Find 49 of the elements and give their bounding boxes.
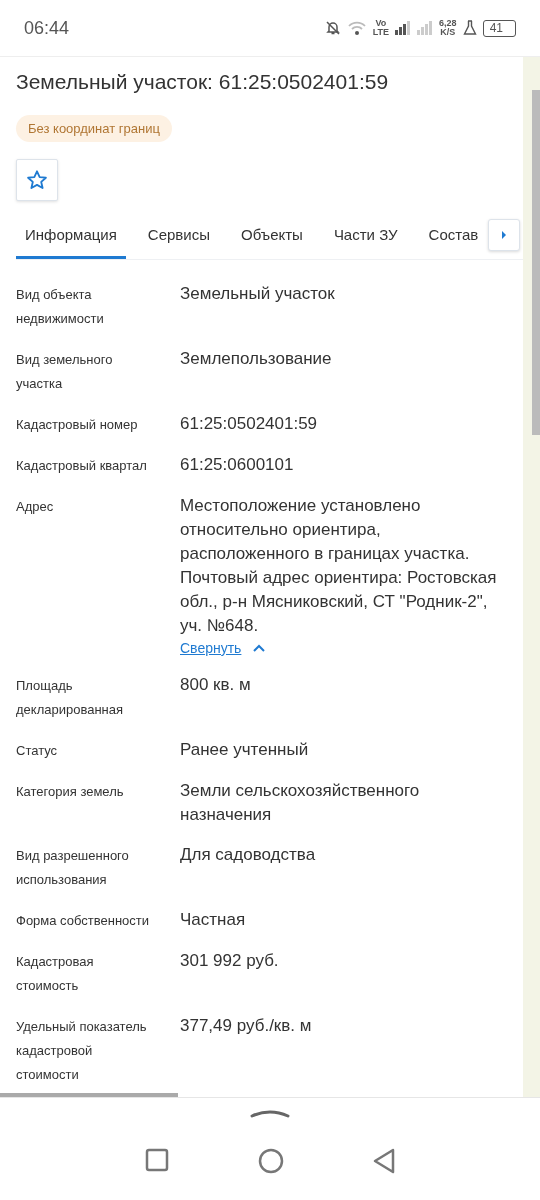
field-value: 61:25:0502401:59	[180, 413, 318, 435]
network-speed: 6,28 K/S	[439, 19, 457, 37]
field-label: Кадастровый номер	[16, 416, 139, 434]
field-label: Вид земельного участка	[16, 351, 114, 393]
bell-off-icon	[324, 20, 341, 36]
favorite-button[interactable]	[16, 159, 58, 201]
field-value: 61:25:0600101	[180, 454, 294, 476]
back-icon[interactable]	[373, 1148, 396, 1174]
star-icon	[26, 169, 48, 191]
field-value: Земельный участок	[180, 283, 335, 305]
home-icon[interactable]	[258, 1148, 284, 1174]
field-value: Местоположение установлено относительно ориентира, расположенного в границах участка. Почтовый адрес ориентира: Ростовская обл., р-н Мясниковский, СТ "Родник-2", уч. №648.	[180, 495, 498, 637]
field-label: Вид объекта недвижимости	[16, 286, 105, 328]
field-label: Кадастровый квартал	[16, 457, 148, 475]
scrollbar[interactable]	[523, 57, 540, 1097]
tab[interactable]: Части ЗУ	[324, 213, 407, 259]
field-value: 377,49 руб./кв. м	[180, 1015, 312, 1037]
tab[interactable]: Состав	[419, 213, 488, 259]
field-label: Категория земель	[16, 783, 125, 801]
status-badge: Без координат границ	[16, 115, 172, 142]
field-value: Земли сельскохозяйственного назначения	[180, 780, 421, 826]
field-value: Частная	[180, 909, 246, 931]
wifi-icon	[346, 20, 367, 36]
caret-right-icon	[500, 230, 508, 240]
tab[interactable]: Сервисы	[138, 213, 219, 259]
field-value: Землепользование	[180, 348, 332, 370]
field-value: Для садоводства	[180, 844, 316, 866]
battery-level: 41	[482, 19, 516, 37]
flask-icon	[462, 20, 477, 36]
volte-label: Vo LTE	[372, 19, 390, 37]
tab[interactable]: Информация	[16, 213, 126, 259]
field-value: 301 992 руб.	[180, 950, 279, 972]
field-value: 800 кв. м	[180, 674, 251, 696]
clock-time: 06:44	[24, 17, 70, 39]
field-label: Удельный показатель кадастровой стоимости	[16, 1018, 148, 1084]
field-label: Адрес	[16, 498, 55, 516]
recents-icon[interactable]	[144, 1148, 169, 1172]
page-title: Земельный участок: 61:25:0502401:59	[16, 69, 390, 95]
field-value: Ранее учтенный	[180, 739, 309, 761]
scrollbar[interactable]	[0, 1093, 178, 1097]
field-label: Площадь декларированная	[16, 677, 125, 719]
signal-icon	[395, 21, 412, 35]
field-label: Форма собственности	[16, 912, 151, 930]
field-label: Статус	[16, 742, 59, 760]
signal-icon	[417, 21, 434, 35]
collapse-link[interactable]: Свернуть	[180, 640, 242, 656]
tab[interactable]: Объекты	[232, 213, 312, 259]
field-label: Кадастровая стоимость	[16, 953, 95, 995]
field-label: Вид разрешенного использования	[16, 847, 130, 889]
